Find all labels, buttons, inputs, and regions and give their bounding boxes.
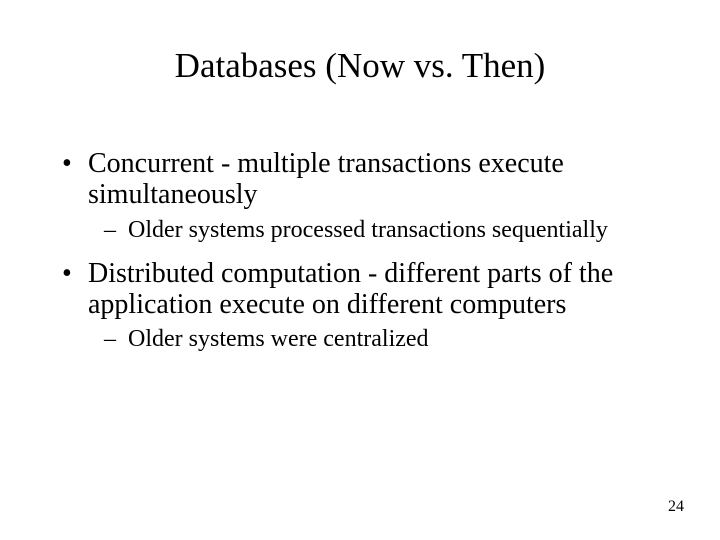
- bullet-item: • Concurrent - multiple transactions exe…: [60, 148, 670, 211]
- slide-title: Databases (Now vs. Then): [0, 46, 720, 86]
- bullet-text: Concurrent - multiple transactions execu…: [88, 148, 564, 210]
- slide: Databases (Now vs. Then) • Concurrent - …: [0, 0, 720, 540]
- bullet-text: Distributed computation - different part…: [88, 258, 613, 320]
- dash-icon: –: [104, 326, 116, 353]
- bullet-item: • Distributed computation - different pa…: [60, 258, 670, 321]
- page-number: 24: [668, 498, 684, 516]
- dash-icon: –: [104, 217, 116, 244]
- slide-body: • Concurrent - multiple transactions exe…: [60, 148, 670, 367]
- bullet-icon: •: [62, 148, 72, 179]
- sub-bullet-text: Older systems processed transactions seq…: [128, 217, 608, 243]
- sub-bullet-item: – Older systems processed transactions s…: [60, 217, 670, 244]
- sub-bullet-text: Older systems were centralized: [128, 326, 429, 352]
- bullet-icon: •: [62, 258, 72, 289]
- sub-bullet-item: – Older systems were centralized: [60, 326, 670, 353]
